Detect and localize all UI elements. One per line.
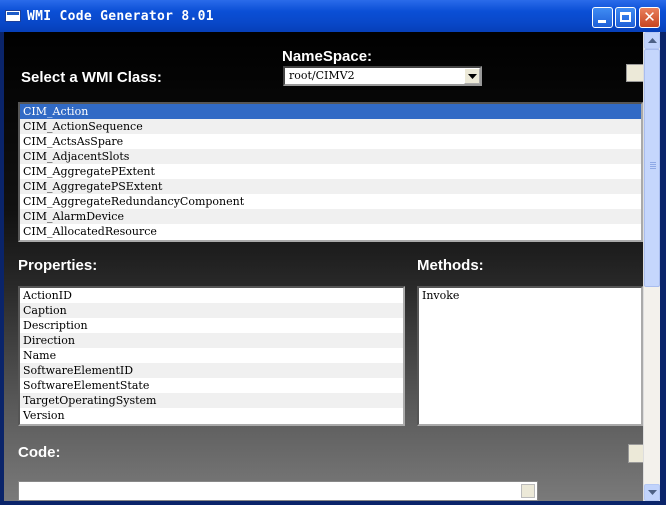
window-frame-bottom	[0, 501, 666, 505]
minimize-icon	[598, 20, 606, 23]
dropdown-button[interactable]	[464, 68, 480, 84]
property-list-item[interactable]: ActionID	[20, 288, 403, 303]
class-list-item[interactable]: CIM_AggregatePSExtent	[20, 179, 641, 194]
grip-icon	[650, 162, 656, 170]
scroll-thumb[interactable]	[644, 49, 660, 287]
class-list-item[interactable]: CIM_Action	[20, 104, 641, 119]
property-list-item[interactable]: Caption	[20, 303, 403, 318]
class-list-item[interactable]: CIM_ActsAsSpare	[20, 134, 641, 149]
chevron-down-icon	[468, 74, 477, 79]
property-list-item[interactable]: Name	[20, 348, 403, 363]
class-listbox[interactable]: CIM_Action CIM_ActionSequence CIM_ActsAsSp…	[18, 102, 643, 242]
property-list-item[interactable]: Direction	[20, 333, 403, 348]
window-frame-right	[660, 32, 666, 505]
window-title: WMI Code Generator 8.01	[27, 9, 214, 24]
namespace-value: root/CIMV2	[289, 69, 355, 82]
select-class-label: Select a WMI Class:	[21, 69, 162, 86]
namespace-dropdown[interactable]: root/CIMV2	[283, 66, 482, 86]
scroll-down-button[interactable]	[644, 484, 660, 501]
close-button[interactable]: ✕	[639, 7, 660, 28]
maximize-icon	[620, 12, 631, 22]
title-bar[interactable]: WMI Code Generator 8.01 ✕	[0, 0, 666, 32]
properties-listbox[interactable]: ActionID Caption Description Direction Name S…	[18, 286, 405, 426]
property-list-item[interactable]: Version	[20, 408, 403, 423]
class-list-item[interactable]: CIM_AggregatePExtent	[20, 164, 641, 179]
minimize-button[interactable]	[592, 7, 613, 28]
top-right-button[interactable]	[626, 64, 643, 82]
chevron-up-icon	[648, 38, 657, 43]
property-list-item[interactable]: SoftwareElementID	[20, 363, 403, 378]
class-list-item[interactable]: CIM_ActionSequence	[20, 119, 641, 134]
properties-label: Properties:	[18, 257, 98, 274]
code-textarea[interactable]	[18, 481, 538, 501]
scroll-up-button[interactable]	[644, 32, 660, 49]
code-scroll-up-button[interactable]	[521, 484, 535, 498]
class-list-item[interactable]: CIM_AllocatedResource	[20, 224, 641, 239]
chevron-down-icon	[648, 490, 657, 495]
window-scrollbar[interactable]	[643, 32, 660, 501]
maximize-button[interactable]	[615, 7, 636, 28]
client-area: Select a WMI Class: NameSpace: root/CIMV…	[4, 32, 643, 501]
code-side-button[interactable]	[628, 444, 643, 463]
class-list-item[interactable]: CIM_AggregateRedundancyComponent	[20, 194, 641, 209]
property-list-item[interactable]: Description	[20, 318, 403, 333]
main-window: WMI Code Generator 8.01 ✕ Select a WMI C…	[0, 0, 666, 505]
methods-listbox[interactable]: Invoke	[417, 286, 643, 426]
method-list-item[interactable]: Invoke	[419, 288, 641, 303]
property-list-item[interactable]: SoftwareElementState	[20, 378, 403, 393]
methods-label: Methods:	[417, 257, 484, 274]
namespace-label: NameSpace:	[282, 48, 373, 65]
property-list-item[interactable]: TargetOperatingSystem	[20, 393, 403, 408]
class-list-item[interactable]: CIM_AdjacentSlots	[20, 149, 641, 164]
code-label: Code:	[18, 444, 61, 461]
class-list-item[interactable]: CIM_AlarmDevice	[20, 209, 641, 224]
app-window-icon	[5, 10, 21, 22]
close-icon: ✕	[643, 8, 656, 26]
